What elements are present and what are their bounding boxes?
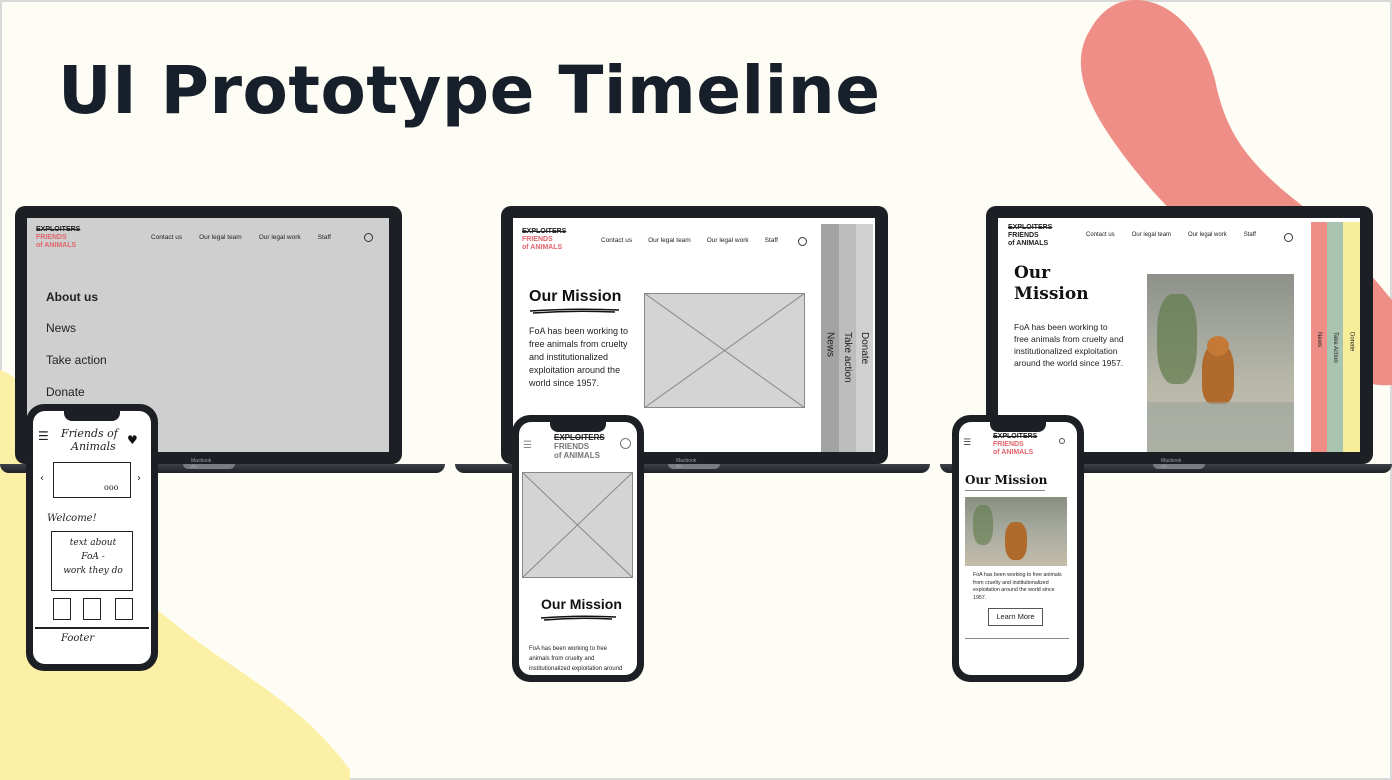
- sketch-card[interactable]: [53, 598, 71, 620]
- menu-donate[interactable]: Donate: [46, 385, 85, 399]
- mission-heading: Our Mission: [965, 473, 1048, 487]
- search-icon[interactable]: [364, 233, 373, 242]
- mission-heading: Our Mission: [541, 596, 622, 612]
- logo: EXPLOITERS FRIENDS of ANIMALS: [522, 228, 567, 251]
- nav-legal-team[interactable]: Our legal team: [648, 237, 691, 244]
- divider: [965, 638, 1069, 639]
- search-icon[interactable]: [620, 438, 631, 449]
- laptop-label: Macbook Air: [676, 458, 697, 470]
- top-nav: Contact us Our legal team Our legal work…: [601, 237, 778, 244]
- menu-take-action[interactable]: Take action: [46, 353, 107, 367]
- mission-heading: Our Mission: [529, 288, 622, 305]
- hamburger-icon[interactable]: ☰: [38, 429, 49, 443]
- tiger-photo: [965, 497, 1067, 566]
- hamburger-icon[interactable]: ☰: [523, 440, 532, 451]
- underline-scribble: [540, 615, 617, 621]
- phone-2: ☰ EXPLOITERS FRIENDS of ANIMALS Our Miss…: [512, 415, 644, 682]
- sketch-card[interactable]: [83, 598, 101, 620]
- tab-news[interactable]: News: [821, 224, 839, 452]
- tab-take-action[interactable]: Take action: [839, 224, 856, 452]
- nav-staff[interactable]: Staff: [765, 237, 778, 244]
- search-icon[interactable]: [1059, 438, 1065, 444]
- hamburger-icon[interactable]: ☰: [963, 438, 971, 448]
- menu-about[interactable]: About us: [46, 290, 98, 304]
- image-placeholder: [644, 293, 805, 408]
- nav-contact[interactable]: Contact us: [601, 237, 632, 244]
- tab-donate[interactable]: Donate: [1343, 222, 1360, 452]
- logo: EXPLOITERS FRIENDS of ANIMALS: [554, 433, 605, 460]
- laptop-label: Macbook Air: [191, 458, 212, 470]
- tab-take-action[interactable]: Take Action: [1327, 222, 1343, 452]
- chevron-right-icon[interactable]: ›: [137, 473, 141, 484]
- page-title: UI Prototype Timeline: [58, 52, 881, 129]
- search-icon[interactable]: [798, 237, 807, 246]
- search-icon[interactable]: [1284, 233, 1293, 242]
- nav-legal-work[interactable]: Our legal work: [707, 237, 749, 244]
- carousel-box[interactable]: ooo: [53, 462, 131, 498]
- mission-text: FoA has been working to free animals fro…: [973, 572, 1062, 601]
- phone3-screen: ☰ EXPLOITERS FRIENDS of ANIMALS Our Miss…: [959, 422, 1077, 675]
- laptop-label: Macbook Air: [1161, 458, 1182, 470]
- top-nav: Contact us Our legal team Our legal work…: [151, 234, 331, 241]
- top-nav: Contact us Our legal team Our legal work…: [1086, 232, 1256, 238]
- carousel-dots: ooo: [104, 483, 119, 492]
- sketch-header: Friends of Animals: [61, 427, 118, 453]
- divider: [965, 490, 1045, 491]
- phone1-screen: ☰ Friends of Animals ♥ ‹ ooo › Welcome! …: [33, 411, 151, 664]
- welcome-text: Welcome!: [47, 513, 97, 524]
- nav-legal-team[interactable]: Our legal team: [199, 234, 242, 241]
- learn-more-button[interactable]: Learn More: [988, 608, 1043, 626]
- nav-contact[interactable]: Contact us: [1086, 232, 1115, 238]
- nav-staff[interactable]: Staff: [318, 234, 331, 241]
- menu-news[interactable]: News: [46, 321, 76, 335]
- chevron-left-icon[interactable]: ‹: [40, 473, 44, 484]
- mission-text: FoA has been working to free animals fro…: [529, 646, 623, 672]
- tab-news[interactable]: News: [1311, 222, 1327, 452]
- paw-icon: ♥: [127, 433, 138, 447]
- image-placeholder: [522, 472, 633, 578]
- mission-text: FoA has been working to free animals fro…: [529, 326, 629, 388]
- divider: [35, 627, 149, 629]
- logo: EXPLOITERS FRIENDS of ANIMALS: [1008, 224, 1053, 247]
- tiger-photo: [1147, 274, 1294, 452]
- phone-3: ☰ EXPLOITERS FRIENDS of ANIMALS Our Miss…: [952, 415, 1084, 682]
- nav-contact[interactable]: Contact us: [151, 234, 182, 241]
- underline-scribble: [529, 308, 620, 314]
- mission-text: FoA has been working to free animals fro…: [1014, 322, 1124, 368]
- text-box: text about FoA - work they do: [51, 531, 133, 591]
- sketch-card[interactable]: [115, 598, 133, 620]
- phone2-screen: ☰ EXPLOITERS FRIENDS of ANIMALS Our Miss…: [519, 422, 637, 675]
- nav-legal-work[interactable]: Our legal work: [1188, 232, 1227, 238]
- nav-staff[interactable]: Staff: [1244, 232, 1256, 238]
- phone-1: ☰ Friends of Animals ♥ ‹ ooo › Welcome! …: [26, 404, 158, 671]
- logo: EXPLOITERS FRIENDS of ANIMALS: [36, 226, 81, 249]
- mission-heading: Our Mission: [1014, 263, 1089, 304]
- nav-legal-work[interactable]: Our legal work: [259, 234, 301, 241]
- footer-text: Footer: [61, 633, 95, 644]
- text-box-content: text about FoA - work they do: [63, 538, 123, 576]
- logo: EXPLOITERS FRIENDS of ANIMALS: [993, 433, 1038, 456]
- nav-legal-team[interactable]: Our legal team: [1132, 232, 1171, 238]
- tab-donate[interactable]: Donate: [856, 224, 873, 452]
